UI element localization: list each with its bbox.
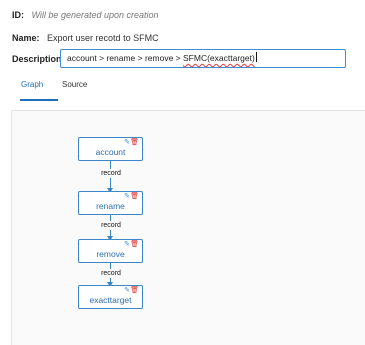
- delete-trash-icon[interactable]: 🗑: [130, 193, 139, 201]
- description-label: Description:: [12, 54, 65, 64]
- text-caret: [255, 52, 257, 62]
- description-text-head: account > rename > remove >: [67, 53, 183, 63]
- edit-pencil-icon[interactable]: ✎: [124, 287, 130, 295]
- delete-trash-icon[interactable]: 🗑: [130, 139, 139, 147]
- graph-node-rename[interactable]: ✎ 🗑 rename: [78, 191, 143, 215]
- id-value: Will be generated upon creation: [31, 10, 159, 20]
- node-label: remove: [96, 249, 125, 259]
- node-label: account: [95, 147, 126, 157]
- edge-label: record: [100, 169, 122, 178]
- graph-canvas[interactable]: ✎ 🗑 account record ✎ 🗑 rename record ✎ 🗑…: [11, 110, 365, 345]
- name-row: Name: Export user recotd to SFMC: [12, 33, 159, 43]
- node-label: rename: [96, 201, 125, 211]
- description-text-misspelled: SFMC(exacttarget): [183, 53, 255, 63]
- description-input-text: account > rename > remove > SFMC(exactta…: [67, 52, 257, 63]
- delete-trash-icon[interactable]: 🗑: [130, 241, 139, 249]
- node-label: exacttarget: [89, 295, 132, 305]
- tab-source[interactable]: Source: [62, 80, 87, 89]
- graph-node-account[interactable]: ✎ 🗑 account: [78, 137, 143, 161]
- graph-node-exacttarget[interactable]: ✎ 🗑 exacttarget: [78, 285, 143, 309]
- active-tab-indicator: [20, 99, 58, 101]
- name-value: Export user recotd to SFMC: [47, 33, 159, 43]
- id-label: ID:: [12, 10, 24, 20]
- description-input[interactable]: account > rename > remove > SFMC(exactta…: [60, 49, 346, 68]
- delete-trash-icon[interactable]: 🗑: [130, 287, 139, 295]
- edit-pencil-icon[interactable]: ✎: [124, 241, 130, 249]
- edge-label: record: [100, 221, 122, 230]
- graph-node-remove[interactable]: ✎ 🗑 remove: [78, 239, 143, 263]
- edit-pencil-icon[interactable]: ✎: [124, 139, 130, 147]
- name-label: Name:: [12, 33, 40, 43]
- id-row: ID: Will be generated upon creation: [12, 10, 159, 20]
- tab-graph[interactable]: Graph: [21, 80, 43, 89]
- edit-pencil-icon[interactable]: ✎: [124, 193, 130, 201]
- edge-label: record: [100, 269, 122, 278]
